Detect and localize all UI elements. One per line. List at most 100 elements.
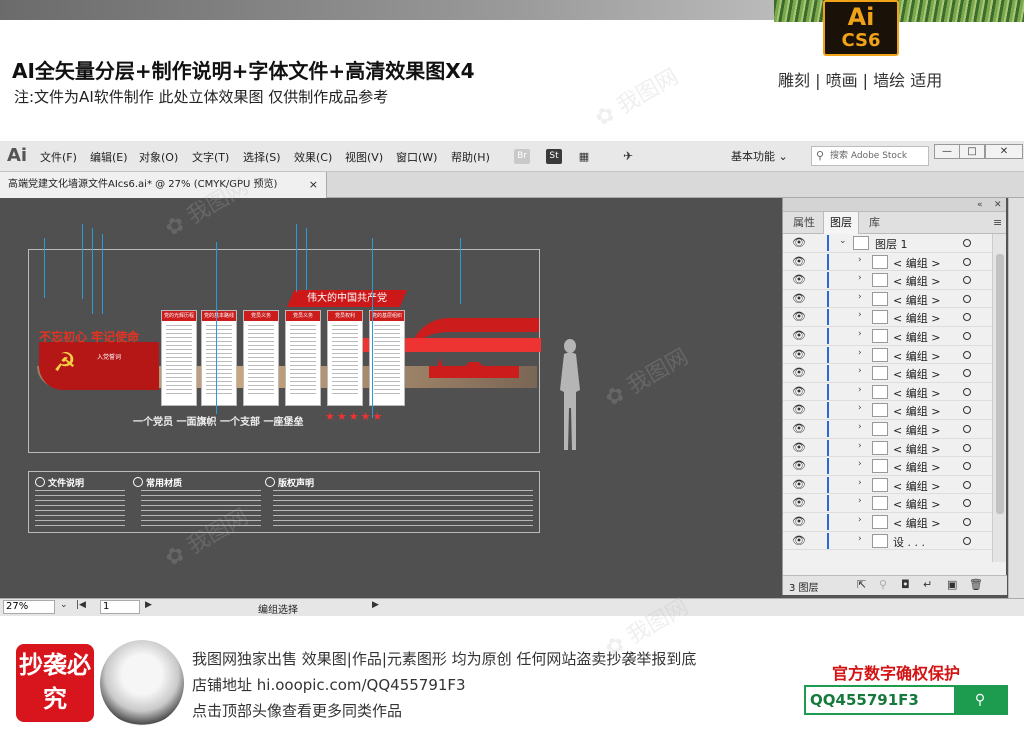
eye-icon[interactable]: 👁 <box>792 366 806 379</box>
artboard-number-field[interactable]: 1 <box>100 600 140 614</box>
chevron-right-icon[interactable]: › <box>858 273 862 283</box>
layer-row[interactable]: 👁 › < 编组 > <box>783 513 992 532</box>
menu-type[interactable]: 文字(T) <box>192 149 229 165</box>
chevron-right-icon[interactable]: › <box>858 385 862 395</box>
qq-search-box[interactable]: QQ455791F3 ⚲ <box>804 685 1008 715</box>
maximize-button[interactable]: □ <box>959 144 985 159</box>
layer-row[interactable]: 👁 › < 编组 > <box>783 439 992 458</box>
canvas-vertical-scrollbar[interactable] <box>1008 198 1024 598</box>
layer-name[interactable]: < 编组 > <box>893 422 940 438</box>
artboard-canvas[interactable]: ☭ 不忘初心 牢记使命 入党誓词 伟大的中国共产党 党的光辉历程 党的基本路线 … <box>0 198 782 598</box>
eye-icon[interactable]: 👁 <box>792 329 806 342</box>
layer-row[interactable]: 👁 › < 编组 > <box>783 290 992 309</box>
target-circle-icon[interactable] <box>963 406 971 415</box>
tab-libraries[interactable]: 库 <box>863 212 886 234</box>
layer-row[interactable]: 👁 › < 编组 > <box>783 494 992 513</box>
search-button[interactable]: ⚲ <box>954 687 1006 713</box>
target-circle-icon[interactable] <box>963 350 971 359</box>
layer-name[interactable]: < 编组 > <box>893 459 940 475</box>
bridge-icon[interactable]: Br <box>514 149 530 164</box>
zoom-field[interactable]: 27% <box>3 600 55 614</box>
status-menu-icon[interactable]: ▶ <box>372 600 379 610</box>
target-circle-icon[interactable] <box>963 536 971 545</box>
eye-icon[interactable]: 👁 <box>792 422 806 435</box>
target-circle-icon[interactable] <box>963 462 971 471</box>
layer-row[interactable]: 👁 › < 编组 > <box>783 364 992 383</box>
menu-view[interactable]: 视图(V) <box>345 149 383 165</box>
target-circle-icon[interactable] <box>963 425 971 433</box>
layer-row[interactable]: 👁 › < 编组 > <box>783 271 992 290</box>
eye-icon[interactable]: 👁 <box>792 441 806 454</box>
layer-row[interactable]: 👁 › < 编组 > <box>783 476 992 495</box>
chevron-right-icon[interactable]: › <box>858 441 862 451</box>
chevron-right-icon[interactable]: › <box>858 515 862 525</box>
layer-name[interactable]: < 编组 > <box>893 273 940 289</box>
layer-name[interactable]: < 编组 > <box>893 310 940 326</box>
chevron-right-icon[interactable]: › <box>858 310 862 320</box>
close-panel-icon[interactable]: ✕ <box>994 198 1002 212</box>
target-circle-icon[interactable] <box>963 332 971 340</box>
eye-icon[interactable]: 👁 <box>792 403 806 416</box>
layer-name[interactable]: < 编组 > <box>893 441 940 457</box>
panel-menu-icon[interactable]: ≡ <box>987 212 1008 234</box>
collapse-panel-icon[interactable]: « <box>977 198 983 212</box>
layer-row[interactable]: 👁 › < 编组 > <box>783 346 992 365</box>
target-circle-icon[interactable] <box>963 239 971 247</box>
target-circle-icon[interactable] <box>963 276 971 285</box>
layer-row[interactable]: 👁 › < 编组 > <box>783 420 992 439</box>
layer-name[interactable]: < 编组 > <box>893 292 940 308</box>
culture-wall-artboard[interactable]: ☭ 不忘初心 牢记使命 入党誓词 伟大的中国共产党 党的光辉历程 党的基本路线 … <box>28 249 541 453</box>
eye-icon[interactable]: 👁 <box>792 292 806 305</box>
layer-name[interactable]: < 编组 > <box>893 348 940 364</box>
layer-row[interactable]: 👁 › < 编组 > <box>783 308 992 327</box>
layer-name[interactable]: < 编组 > <box>893 496 940 512</box>
eye-icon[interactable]: 👁 <box>792 478 806 491</box>
chevron-right-icon[interactable]: › <box>858 403 862 413</box>
layer-name[interactable]: < 编组 > <box>893 366 940 382</box>
layer-name[interactable]: < 编组 > <box>893 329 940 345</box>
locate-object-icon[interactable]: ⚲ <box>879 578 887 591</box>
document-tab[interactable]: 高端党建文化墙源文件AIcs6.ai* @ 27% (CMYK/GPU 预览) … <box>0 172 327 198</box>
scroll-thumb[interactable] <box>996 254 1004 514</box>
layer-name[interactable]: < 编组 > <box>893 515 940 531</box>
target-circle-icon[interactable] <box>963 369 971 378</box>
chevron-right-icon[interactable]: › <box>858 459 862 469</box>
zoom-dropdown-icon[interactable]: ⌄ <box>60 600 68 610</box>
layer-row[interactable]: 👁 › < 编组 > <box>783 457 992 476</box>
eye-icon[interactable]: 👁 <box>792 515 806 528</box>
new-layer-icon[interactable]: ▣ <box>947 578 957 591</box>
stock-icon[interactable]: St <box>546 149 562 164</box>
menu-edit[interactable]: 编辑(E) <box>90 149 128 165</box>
menu-file[interactable]: 文件(F) <box>40 149 77 165</box>
chevron-right-icon[interactable]: › <box>858 478 862 488</box>
target-circle-icon[interactable] <box>963 294 971 303</box>
chevron-right-icon[interactable]: › <box>858 292 862 302</box>
new-sublayer-icon[interactable]: ↵ <box>923 578 932 591</box>
target-circle-icon[interactable] <box>963 257 971 266</box>
clipping-mask-icon[interactable]: ◘ <box>901 578 910 591</box>
layers-scrollbar[interactable] <box>992 234 1006 562</box>
chevron-right-icon[interactable]: › <box>858 496 862 506</box>
notes-board[interactable]: 文件说明 常用材质 版权声明 <box>28 471 540 533</box>
target-circle-icon[interactable] <box>963 480 971 489</box>
next-page-icon[interactable]: ▶ <box>145 600 152 610</box>
gpu-performance-icon[interactable]: ✈ <box>620 149 636 164</box>
chevron-right-icon[interactable]: › <box>858 534 862 544</box>
eye-icon[interactable]: 👁 <box>792 496 806 509</box>
eye-icon[interactable]: 👁 <box>792 273 806 286</box>
eye-icon[interactable]: 👁 <box>792 236 806 249</box>
layer-row-top[interactable]: 👁 ⌄ 图层 1 <box>783 234 992 253</box>
arrange-documents-icon[interactable]: ▦ <box>576 149 592 164</box>
eye-icon[interactable]: 👁 <box>792 385 806 398</box>
menu-select[interactable]: 选择(S) <box>243 149 281 165</box>
trash-icon[interactable]: 🗑 <box>969 578 983 591</box>
export-icon[interactable]: ⇱ <box>857 578 866 591</box>
eye-icon[interactable]: 👁 <box>792 459 806 472</box>
layer-row[interactable]: 👁 › 设 . . . <box>783 532 992 551</box>
chevron-right-icon[interactable]: › <box>858 422 862 432</box>
stock-search-input[interactable]: ⚲ 搜索 Adobe Stock <box>811 146 929 166</box>
layer-row[interactable]: 👁 › < 编组 > <box>783 383 992 402</box>
minimize-button[interactable]: — <box>934 144 960 159</box>
layer-name[interactable]: < 编组 > <box>893 385 940 401</box>
menu-effect[interactable]: 效果(C) <box>294 149 332 165</box>
